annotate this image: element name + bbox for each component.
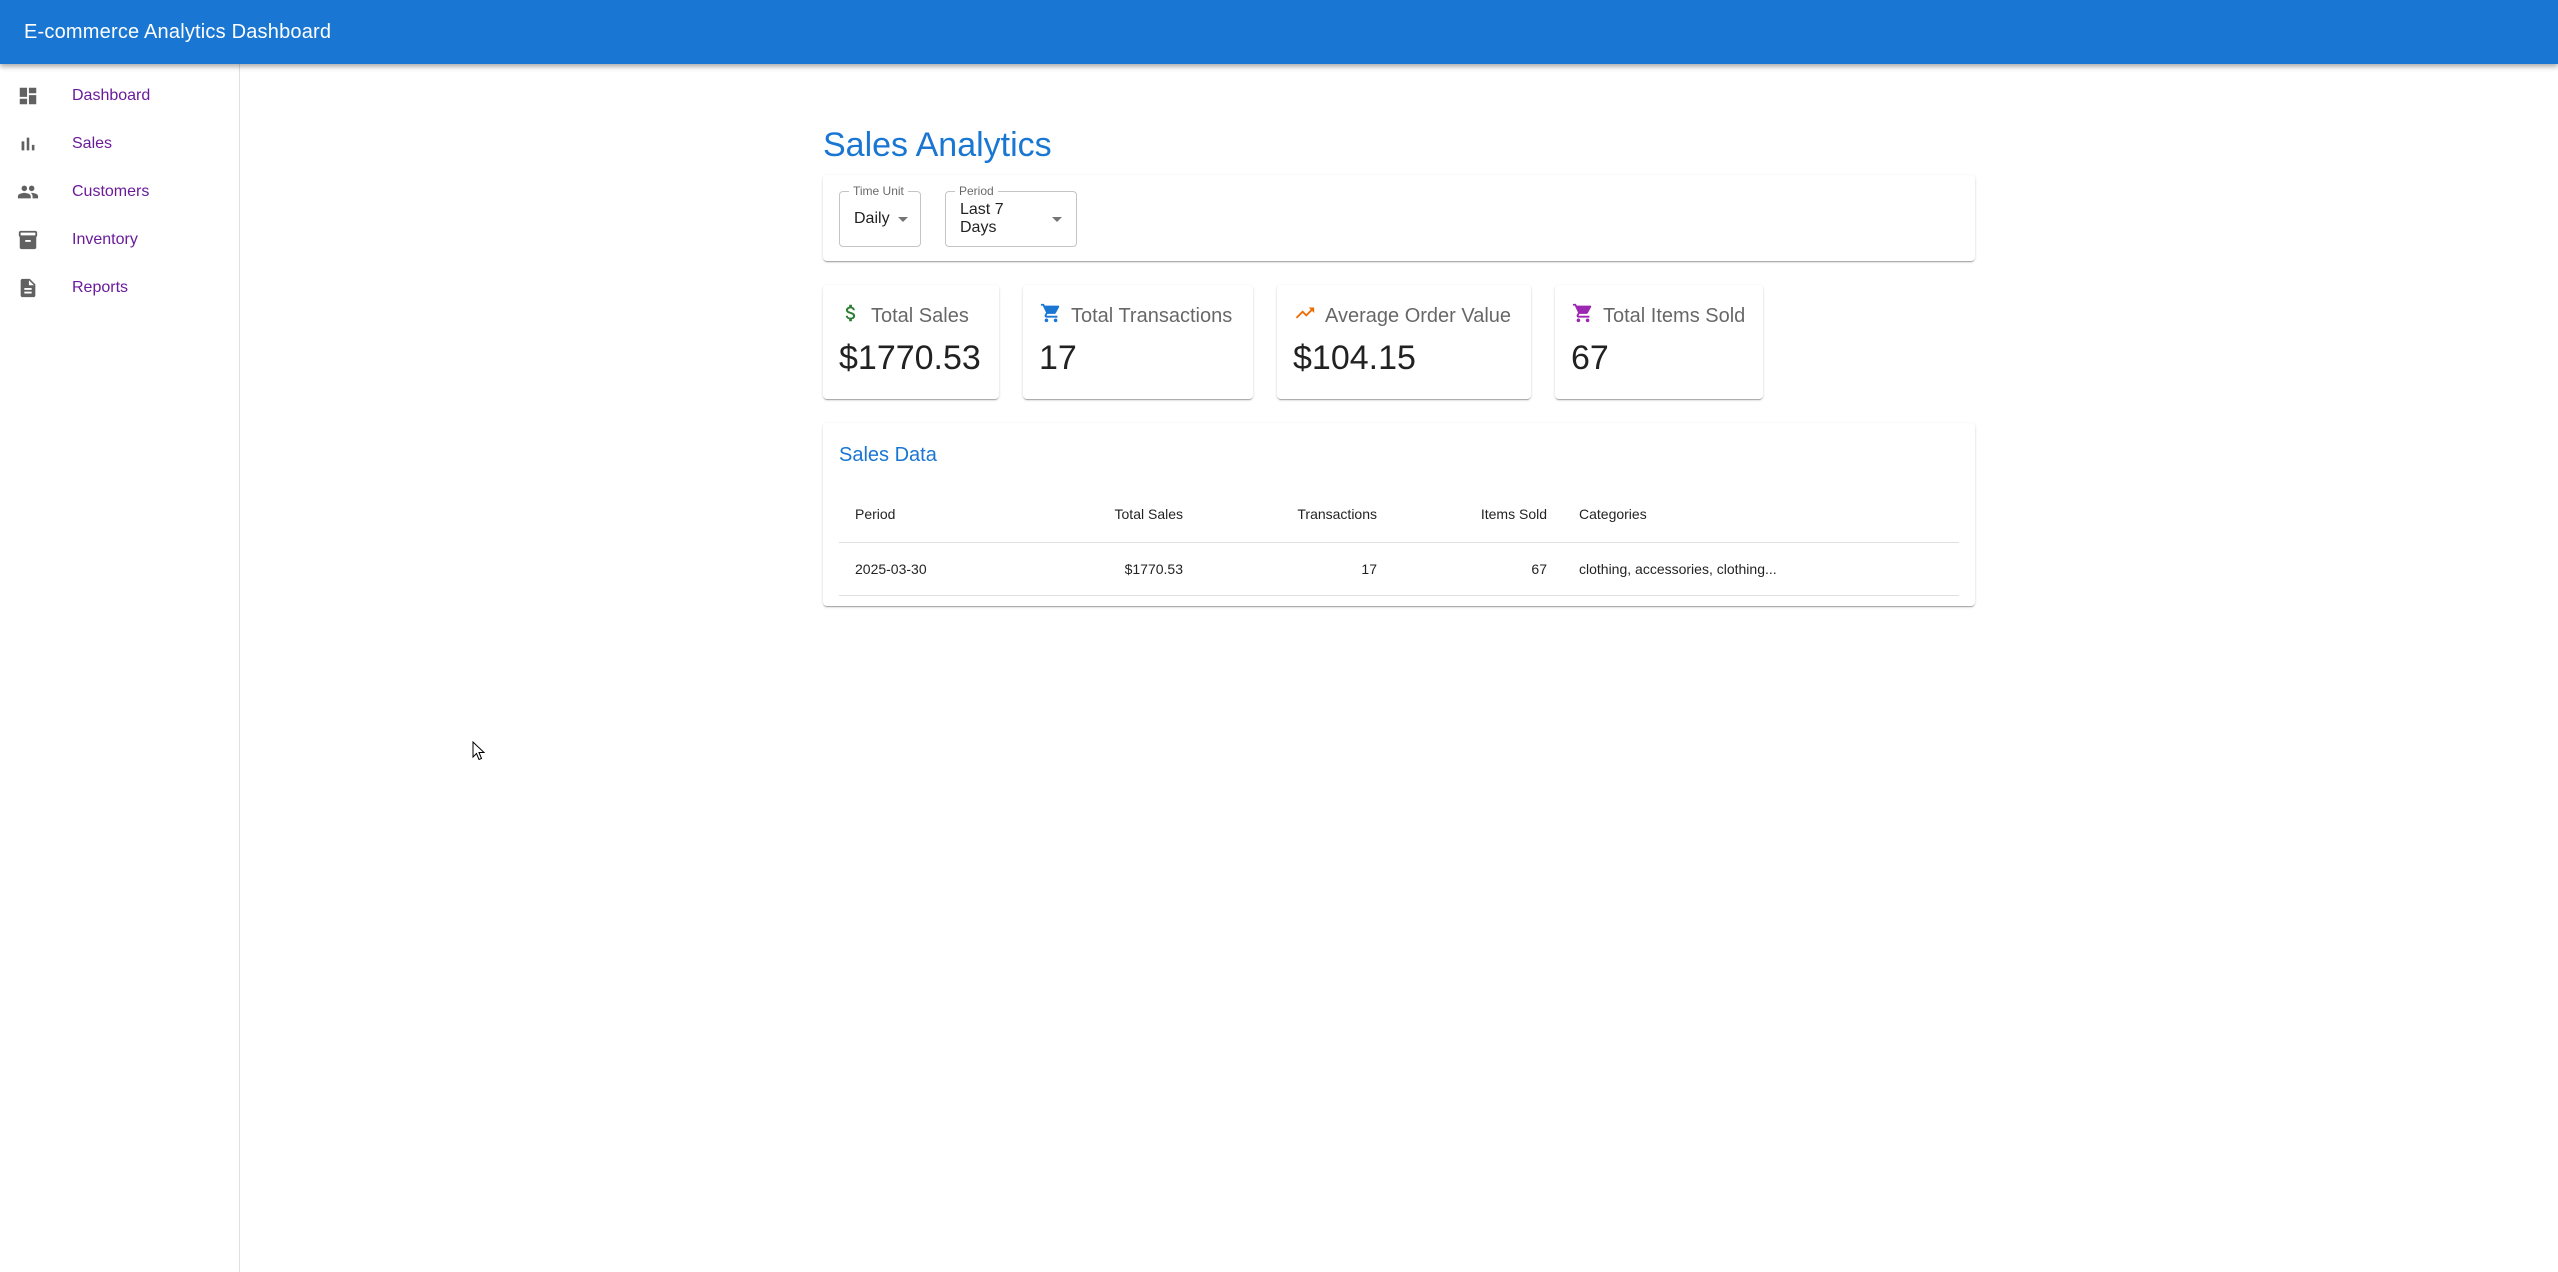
bar-chart-icon	[16, 132, 40, 156]
cell-period: 2025-03-30	[839, 542, 1019, 596]
table-row: 2025-03-30 $1770.53 17 67 clothing, acce…	[839, 542, 1959, 596]
table-header-row: Period Total Sales Transactions Items So…	[839, 487, 1959, 543]
period-value: Last 7 Days	[960, 201, 1004, 236]
card-value: $104.15	[1293, 339, 1416, 377]
trending-up-icon	[1293, 301, 1317, 325]
sidebar-item-label: Inventory	[72, 231, 138, 248]
sidebar-item-label: Dashboard	[72, 87, 151, 104]
filters-panel: Time Unit Daily Period Last 7 Days	[823, 175, 1975, 261]
main-content: Sales Analytics Time Unit Daily Period L…	[823, 64, 1975, 606]
dollar-icon	[839, 301, 863, 325]
chevron-down-icon	[1052, 216, 1062, 222]
cell-items-sold: 67	[1393, 542, 1563, 596]
sales-data-panel: Sales Data Period Total Sales Transactio…	[823, 423, 1975, 606]
total-items-sold-card: Total Items Sold 67	[1555, 285, 1763, 399]
card-title: Total Transactions	[1071, 304, 1233, 327]
time-unit-value: Daily	[854, 210, 890, 227]
cell-categories: clothing, accessories, clothing...	[1563, 542, 1959, 596]
total-sales-card: Total Sales $1770.53	[823, 285, 999, 399]
app-bar: E-commerce Analytics Dashboard	[0, 0, 2558, 64]
cart-icon	[1571, 301, 1595, 325]
people-icon	[16, 180, 40, 204]
total-transactions-card: Total Transactions 17	[1023, 285, 1253, 399]
cart-icon	[1039, 301, 1063, 325]
period-label: Period	[955, 184, 998, 198]
sidebar-item-dashboard[interactable]: Dashboard	[0, 72, 239, 120]
card-title: Total Sales	[871, 304, 969, 327]
page-title: Sales Analytics	[823, 126, 1052, 164]
sidebar-item-inventory[interactable]: Inventory	[0, 216, 239, 264]
card-value: $1770.53	[839, 339, 981, 377]
cell-transactions: 17	[1199, 542, 1393, 596]
card-value: 17	[1039, 339, 1077, 377]
time-unit-label: Time Unit	[849, 184, 908, 198]
card-value: 67	[1571, 339, 1609, 377]
sidebar-item-label: Reports	[72, 279, 129, 296]
card-title: Average Order Value	[1325, 304, 1512, 327]
column-header-categories: Categories	[1563, 487, 1959, 543]
sidebar-item-sales[interactable]: Sales	[0, 120, 239, 168]
column-header-transactions: Transactions	[1199, 487, 1393, 543]
sales-data-title: Sales Data	[839, 444, 937, 466]
column-header-period: Period	[839, 487, 1019, 543]
card-title: Total Items Sold	[1603, 304, 1746, 327]
column-header-items-sold: Items Sold	[1393, 487, 1563, 543]
cell-total-sales: $1770.53	[1019, 542, 1199, 596]
period-select[interactable]: Period Last 7 Days	[945, 184, 1077, 247]
mouse-cursor-icon	[472, 741, 486, 761]
app-title: E-commerce Analytics Dashboard	[24, 20, 332, 43]
time-unit-select[interactable]: Time Unit Daily	[839, 184, 921, 247]
sidebar-item-reports[interactable]: Reports	[0, 264, 239, 312]
summary-cards: Total Sales $1770.53 Total Transactions …	[823, 285, 1975, 399]
dashboard-icon	[16, 84, 40, 108]
sidebar-item-label: Customers	[72, 183, 150, 200]
inventory-box-icon	[16, 228, 40, 252]
sidebar-item-label: Sales	[72, 135, 113, 152]
sidebar: Dashboard Sales Customers Inventory Repo…	[0, 64, 240, 1272]
document-icon	[16, 276, 40, 300]
sales-data-table: Period Total Sales Transactions Items So…	[839, 487, 1959, 596]
sidebar-item-customers[interactable]: Customers	[0, 168, 239, 216]
chevron-down-icon	[897, 216, 908, 222]
average-order-value-card: Average Order Value $104.15	[1277, 285, 1531, 399]
column-header-total-sales: Total Sales	[1019, 487, 1199, 543]
